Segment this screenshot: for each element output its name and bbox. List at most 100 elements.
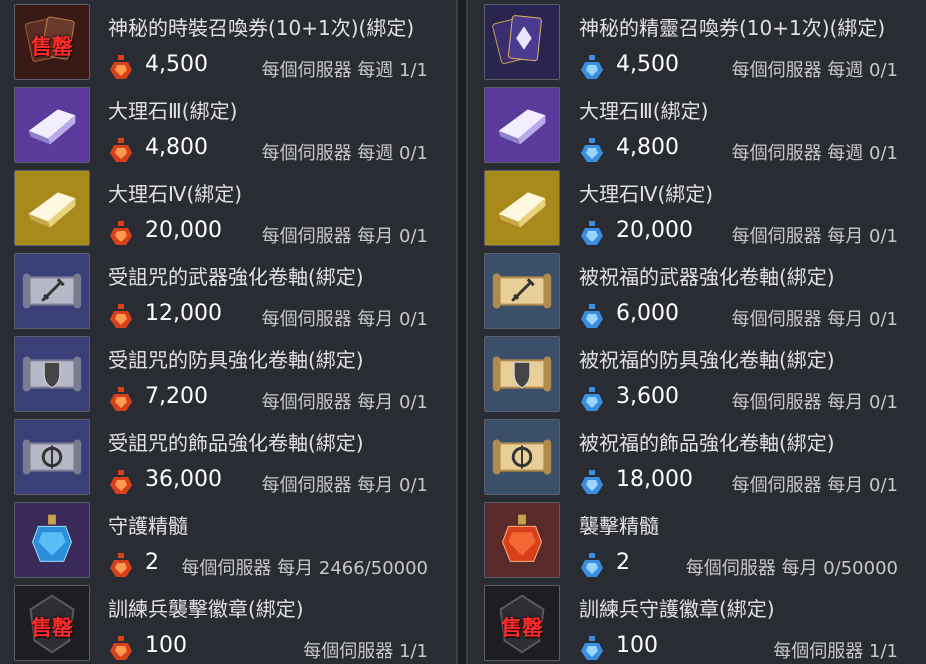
shop-item-row[interactable]: 大理石Ⅲ(綁定) 4,800 每個伺服器 每週 0/1 [468,85,926,168]
purchase-limit: 每個伺服器 1/1 [303,641,428,662]
item-price: 4,500 [145,52,208,77]
blessed-accessory-scroll-icon[interactable] [484,419,560,495]
red-crystal-icon [108,303,134,329]
item-price: 7,200 [145,384,208,409]
shop-item-row[interactable]: 神秘的精靈召喚券(10+1次)(綁定) 4,500 每個伺服器 每週 0/1 [468,2,926,85]
item-name: 被祝福的武器強化卷軸(綁定) [579,265,835,289]
shop-item-row[interactable]: 售罄 訓練兵守護徽章(綁定) 100 每個伺服器 1/1 [468,583,926,664]
blue-crystal-icon [579,137,605,163]
marble-gold-icon[interactable] [484,170,560,246]
shop-item-row[interactable]: 大理石Ⅳ(綁定) 20,000 每個伺服器 每月 0/1 [0,168,456,251]
item-name: 大理石Ⅲ(綁定) [108,99,238,123]
shop-item-row[interactable]: 售罄 神秘的時裝召喚券(10+1次)(綁定) 4,500 每個伺服器 每週 1/1 [0,2,456,85]
item-price: 36,000 [145,467,222,492]
item-name: 受詛咒的飾品強化卷軸(綁定) [108,431,364,455]
shop-item-row[interactable]: 被祝福的防具強化卷軸(綁定) 3,600 每個伺服器 每月 0/1 [468,334,926,417]
blue-crystal-icon [579,220,605,246]
item-name: 大理石Ⅲ(綁定) [579,99,709,123]
shop-item-row[interactable]: 被祝福的武器強化卷軸(綁定) 6,000 每個伺服器 每月 0/1 [468,251,926,334]
blue-crystal-icon [579,469,605,495]
blue-crystal-icon [579,54,605,80]
item-name: 守護精髓 [108,514,188,538]
blessed-armor-scroll-icon[interactable] [484,336,560,412]
item-price: 18,000 [616,467,693,492]
shop-item-row[interactable]: 大理石Ⅲ(綁定) 4,800 每個伺服器 每週 0/1 [0,85,456,168]
item-name: 襲擊精髓 [579,514,659,538]
item-price: 4,800 [145,135,208,160]
item-name: 訓練兵守護徽章(綁定) [579,597,775,621]
item-name: 被祝福的防具強化卷軸(綁定) [579,348,835,372]
item-price: 100 [145,633,187,658]
cursed-weapon-scroll-icon[interactable] [14,253,90,329]
item-price: 12,000 [145,301,222,326]
shop-item-row[interactable]: 守護精髓 2 每個伺服器 每月 2466/50000 [0,500,456,583]
shop-item-row[interactable]: 被祝福的飾品強化卷軸(綁定) 18,000 每個伺服器 每月 0/1 [468,417,926,500]
red-crystal-icon [108,552,134,578]
item-name: 被祝福的飾品強化卷軸(綁定) [579,431,835,455]
purchase-limit: 每個伺服器 每月 0/1 [261,392,428,413]
cursed-accessory-scroll-icon[interactable] [14,419,90,495]
item-price: 2 [145,550,159,575]
blue-crystal-icon [579,303,605,329]
item-name: 受詛咒的武器強化卷軸(綁定) [108,265,364,289]
purchase-limit: 每個伺服器 每月 0/1 [731,309,898,330]
purchase-limit: 每個伺服器 每月 0/1 [731,475,898,496]
purchase-limit: 每個伺服器 每週 0/1 [731,143,898,164]
left-shop-panel: 售罄 神秘的時裝召喚券(10+1次)(綁定) 4,500 每個伺服器 每週 1/1 … [0,0,458,664]
blessed-weapon-scroll-icon[interactable] [484,253,560,329]
item-price: 3,600 [616,384,679,409]
red-crystal-icon [108,635,134,661]
shop-item-row[interactable]: 受詛咒的武器強化卷軸(綁定) 12,000 每個伺服器 每月 0/1 [0,251,456,334]
red-crystal-icon [108,469,134,495]
item-name: 訓練兵襲擊徽章(綁定) [108,597,304,621]
sold-out-label: 售罄 [31,615,73,640]
cursed-armor-scroll-icon[interactable] [14,336,90,412]
red-crystal-icon [108,54,134,80]
blue-crystal-icon [579,386,605,412]
item-price: 20,000 [616,218,693,243]
item-name: 神秘的精靈召喚券(10+1次)(綁定) [579,16,886,40]
shop-item-row[interactable]: 襲擊精髓 2 每個伺服器 每月 0/50000 [468,500,926,583]
red-crystal-icon [108,137,134,163]
purchase-limit: 每個伺服器 每月 0/1 [261,226,428,247]
marble-gold-icon[interactable] [14,170,90,246]
blue-crystal-icon [579,635,605,661]
item-price: 4,800 [616,135,679,160]
sold-out-label: 售罄 [501,615,543,640]
purchase-limit: 每個伺服器 每月 2466/50000 [181,558,428,579]
shop-item-row[interactable]: 受詛咒的飾品強化卷軸(綁定) 36,000 每個伺服器 每月 0/1 [0,417,456,500]
shop-item-row[interactable]: 受詛咒的防具強化卷軸(綁定) 7,200 每個伺服器 每月 0/1 [0,334,456,417]
guardian-essence-icon[interactable] [14,502,90,578]
purchase-limit: 每個伺服器 每月 0/1 [261,309,428,330]
purchase-limit: 每個伺服器 每月 0/50000 [685,558,898,579]
item-price: 6,000 [616,301,679,326]
item-price: 2 [616,550,630,575]
purchase-limit: 每個伺服器 每月 0/1 [731,226,898,247]
blue-crystal-icon [579,552,605,578]
spirit-summon-ticket-icon[interactable] [484,4,560,80]
marble-purple-icon[interactable] [484,87,560,163]
purchase-limit: 每個伺服器 每週 0/1 [731,60,898,81]
item-name: 大理石Ⅳ(綁定) [579,182,714,206]
purchase-limit: 每個伺服器 每月 0/1 [261,475,428,496]
purchase-limit: 每個伺服器 1/1 [773,641,898,662]
purchase-limit: 每個伺服器 每月 0/1 [731,392,898,413]
red-crystal-icon [108,220,134,246]
purchase-limit: 每個伺服器 每週 0/1 [261,143,428,164]
assault-essence-icon[interactable] [484,502,560,578]
shop-item-row[interactable]: 大理石Ⅳ(綁定) 20,000 每個伺服器 每月 0/1 [468,168,926,251]
item-name: 神秘的時裝召喚券(10+1次)(綁定) [108,16,415,40]
item-price: 100 [616,633,658,658]
marble-purple-icon[interactable] [14,87,90,163]
item-price: 20,000 [145,218,222,243]
trainee-assault-badge-icon[interactable]: 售罄 [14,585,90,661]
trainee-guardian-badge-icon[interactable]: 售罄 [484,585,560,661]
right-shop-panel: 神秘的精靈召喚券(10+1次)(綁定) 4,500 每個伺服器 每週 0/1 大理… [466,0,926,664]
costume-summon-ticket-icon[interactable]: 售罄 [14,4,90,80]
purchase-limit: 每個伺服器 每週 1/1 [261,60,428,81]
panel-divider [458,0,466,664]
red-crystal-icon [108,386,134,412]
sold-out-label: 售罄 [31,34,73,59]
shop-item-row[interactable]: 售罄 訓練兵襲擊徽章(綁定) 100 每個伺服器 1/1 [0,583,456,664]
item-price: 4,500 [616,52,679,77]
